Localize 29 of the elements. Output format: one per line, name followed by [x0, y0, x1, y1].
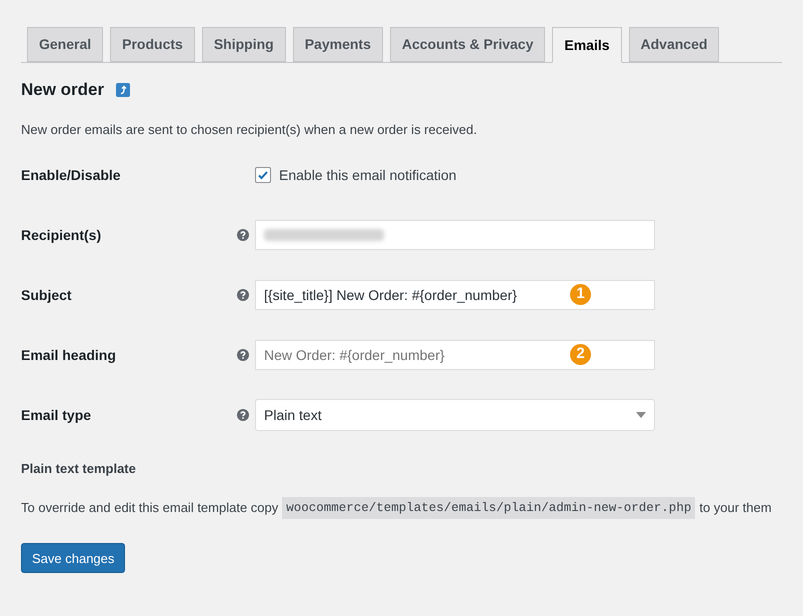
description: New order emails are sent to chosen recipient(s) when a new order is received.: [21, 120, 478, 139]
tab[interactable]: Products: [110, 27, 195, 62]
template-heading: Plain text template: [21, 460, 137, 478]
template-instructions: to your them: [699, 499, 772, 518]
tab[interactable]: Advanced: [628, 27, 720, 62]
field-label: Enable/Disable: [21, 166, 122, 184]
field-label: Email type: [21, 406, 92, 425]
help-icon[interactable]: [237, 409, 249, 421]
save-button[interactable]: Save changes: [21, 543, 126, 574]
field-label: Recipient(s): [21, 226, 102, 245]
field-label: Subject: [21, 286, 73, 305]
tab[interactable]: Accounts & Privacy: [390, 27, 546, 62]
dropdown-caret-icon: [636, 412, 646, 418]
tab[interactable]: General: [27, 27, 104, 62]
section-heading: New order: [21, 79, 104, 101]
checkmark-icon: [257, 169, 269, 181]
help-icon[interactable]: [237, 349, 249, 361]
template-instructions: To override and edit this email template copy: [21, 499, 278, 518]
input-field[interactable]: [255, 220, 655, 250]
tab[interactable]: Shipping: [202, 27, 286, 62]
tab[interactable]: Payments: [292, 27, 383, 62]
template-path: woocommerce/templates/emails/plain/admin-new-order.php: [282, 496, 696, 520]
help-icon[interactable]: [237, 289, 249, 301]
tab[interactable]: Emails: [552, 27, 622, 63]
select-field[interactable]: Plain text: [255, 399, 655, 431]
checkbox[interactable]: [255, 167, 271, 183]
checkbox-label: Enable this email notification: [279, 166, 456, 184]
field-label: Email heading: [21, 346, 117, 365]
help-icon[interactable]: [237, 229, 249, 241]
